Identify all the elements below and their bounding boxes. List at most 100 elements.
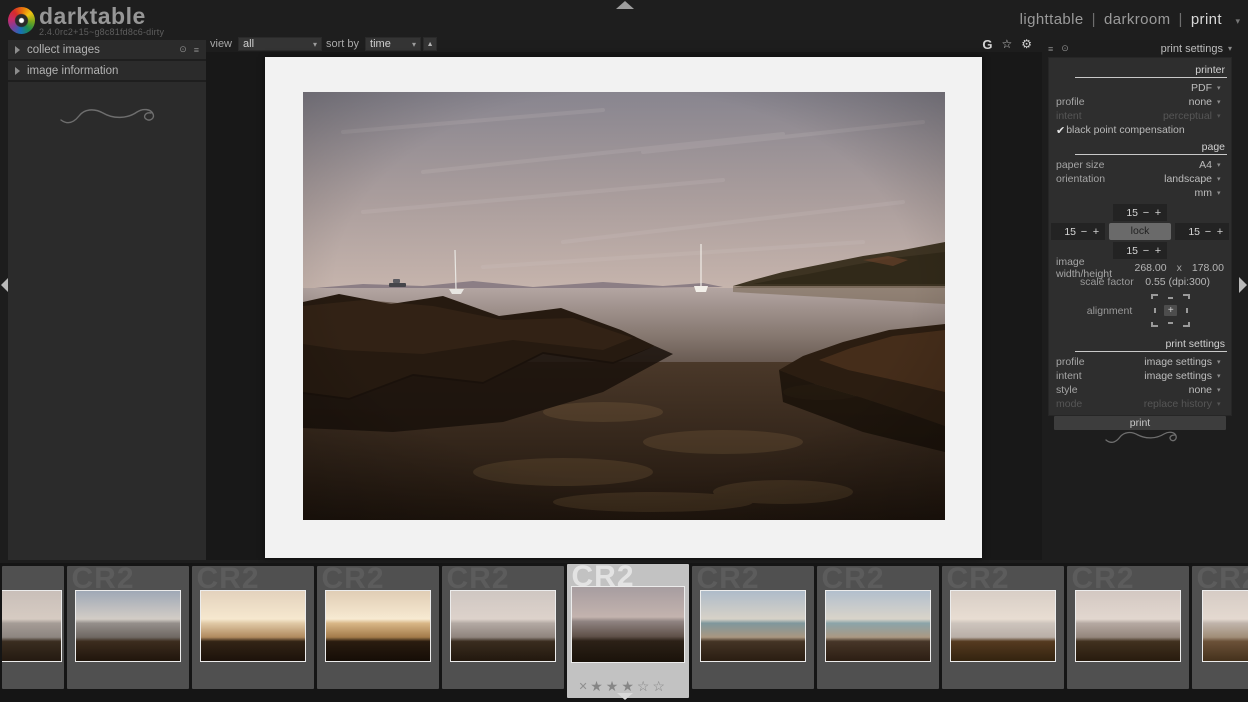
chevron-down-icon: ▾ [412, 40, 416, 49]
right-panel-header: ≡ ⊙ print settings ▾ [1048, 41, 1232, 56]
thumbnail-photo[interactable] [1202, 590, 1248, 662]
printer-intent-row: intent perceptual ▾ [1049, 109, 1231, 123]
module-image-information[interactable]: image information [8, 61, 206, 82]
alignment-button-4[interactable]: + [1164, 305, 1177, 316]
views-menu-caret-icon[interactable]: ▾ [1235, 16, 1240, 27]
minus-icon[interactable]: − [1140, 207, 1152, 219]
thumbnail-photo[interactable] [700, 590, 806, 662]
scale-value: 0.55 (dpi:300) [1145, 276, 1210, 288]
thumbnail-photo[interactable] [571, 586, 685, 663]
presets-menu-icon[interactable]: ≡ [1048, 44, 1053, 54]
alignment-button-2[interactable] [1180, 291, 1193, 302]
view-separator: | [1092, 11, 1096, 28]
orientation-row[interactable]: orientation landscape ▾ [1049, 172, 1231, 186]
chevron-down-icon: ▾ [1217, 175, 1224, 183]
paper-size-row[interactable]: paper size A4 ▾ [1049, 158, 1231, 172]
alignment-row: alignment + [1049, 288, 1231, 334]
filmstrip-thumb-selected[interactable]: CR2✕★★★☆☆ [567, 564, 689, 698]
printer-device-row[interactable]: PDF ▾ [1049, 81, 1231, 95]
chevron-down-icon: ▾ [1217, 112, 1224, 120]
alignment-button-8[interactable] [1180, 319, 1193, 330]
printer-intent-value: perceptual [1163, 110, 1212, 122]
alignment-button-7[interactable] [1164, 319, 1177, 330]
preferences-gear-icon[interactable]: ⚙ [1021, 37, 1032, 51]
filmstrip-thumb[interactable]: CR2 [1192, 566, 1248, 689]
collapse-top-panel-arrow[interactable] [616, 1, 634, 9]
printer-profile-value: none [1189, 96, 1212, 108]
style-row[interactable]: style none ▾ [1049, 383, 1231, 397]
margin-top-value: 15 [1116, 207, 1138, 219]
filmstrip-thumb[interactable]: CR2 [442, 566, 564, 689]
section-print-settings: print settings [1075, 337, 1227, 352]
margin-left-value: 15 [1054, 226, 1076, 238]
thumbnail-photo[interactable] [825, 590, 931, 662]
star-rating[interactable]: ★★★☆☆ [590, 678, 686, 695]
section-printer: printer [1075, 63, 1227, 78]
presets-menu-icon[interactable]: ≡ [194, 45, 199, 55]
mode-value: replace history [1144, 398, 1212, 410]
section-page: page [1075, 140, 1227, 155]
unit-row[interactable]: mm ▾ [1049, 186, 1231, 200]
chevron-down-icon: ▾ [1217, 98, 1224, 106]
grouping-icon[interactable]: G [982, 37, 992, 52]
filmstrip-thumb[interactable] [2, 566, 64, 689]
alignment-button-3[interactable] [1148, 305, 1161, 316]
view-darkroom[interactable]: darkroom [1104, 11, 1171, 28]
view-lighttable[interactable]: lighttable [1020, 11, 1084, 28]
reject-icon[interactable]: ✕ [579, 680, 588, 693]
module-label: image information [27, 65, 118, 77]
alignment-button-6[interactable] [1148, 319, 1161, 330]
thumbnail-photo[interactable] [200, 590, 306, 662]
filmstrip-thumb[interactable]: CR2 [67, 566, 189, 689]
plus-icon[interactable]: + [1152, 207, 1164, 219]
minus-icon[interactable]: − [1202, 226, 1214, 238]
alignment-button-5[interactable] [1180, 305, 1193, 316]
chevron-down-icon: ▾ [1217, 358, 1224, 366]
margin-top-spinner[interactable]: 15 − + [1113, 204, 1167, 221]
expander-triangle-icon [15, 67, 20, 75]
filmstrip-thumb[interactable]: CR2 [317, 566, 439, 689]
filmstrip-thumb[interactable]: CR2 [942, 566, 1064, 689]
thumbnail-photo[interactable] [75, 590, 181, 662]
style-value: none [1189, 384, 1212, 396]
black-point-compensation-checkbox[interactable]: ✔ black point compensation [1049, 123, 1231, 137]
filmstrip-thumb[interactable]: CR2 [192, 566, 314, 689]
filmstrip-thumb[interactable]: CR2 [692, 566, 814, 689]
filmstrip-thumb[interactable]: CR2 [1067, 566, 1189, 689]
view-print-active[interactable]: print [1191, 11, 1222, 28]
margin-right-spinner[interactable]: 15 − + [1175, 223, 1229, 240]
minus-icon[interactable]: − [1078, 226, 1090, 238]
alignment-grid: + [1148, 291, 1193, 330]
alignment-button-0[interactable] [1148, 291, 1161, 302]
chevron-down-icon: ▾ [1217, 372, 1224, 380]
export-intent-row[interactable]: intent image settings ▾ [1049, 369, 1231, 383]
filmstrip-thumb[interactable]: CR2 [817, 566, 939, 689]
thumbnail-photo[interactable] [450, 590, 556, 662]
minus-icon[interactable]: − [1140, 245, 1152, 257]
sort-dropdown[interactable]: time ▾ [365, 37, 421, 51]
app-version: 2.4.0rc2+15~g8c81fd8c6-dirty [39, 27, 164, 37]
right-panel-title[interactable]: print settings [1161, 43, 1223, 55]
thumbnail-photo[interactable] [325, 590, 431, 662]
alignment-button-1[interactable] [1164, 291, 1177, 302]
plus-icon[interactable]: + [1090, 226, 1102, 238]
thumbnail-photo[interactable] [950, 590, 1056, 662]
printer-profile-row[interactable]: profile none ▾ [1049, 95, 1231, 109]
view-filter-dropdown[interactable]: all ▾ [238, 37, 322, 51]
reset-icon[interactable]: ⊙ [179, 44, 187, 55]
margin-left-spinner[interactable]: 15 − + [1051, 223, 1105, 240]
plus-icon[interactable]: + [1152, 245, 1164, 257]
profile-label: profile [1056, 96, 1085, 108]
thumbnail-photo[interactable] [1075, 590, 1181, 662]
collapse-right-panel-arrow[interactable] [1239, 277, 1247, 293]
margins-widget: 15 − + 15 − + lock 15 − + 15 − + [1049, 204, 1231, 259]
thumbnail-photo[interactable] [2, 590, 62, 662]
sort-ascending-button[interactable]: ▲ [423, 37, 437, 51]
margins-lock-button[interactable]: lock [1109, 223, 1171, 240]
export-profile-row[interactable]: profile image settings ▾ [1049, 355, 1231, 369]
module-collect-images[interactable]: collect images ⊙ ≡ [8, 40, 206, 61]
plus-icon[interactable]: + [1214, 226, 1226, 238]
overlays-star-icon[interactable]: ☆ [1001, 37, 1012, 51]
reset-icon[interactable]: ⊙ [1061, 43, 1069, 54]
collapse-filmstrip-arrow[interactable] [617, 693, 633, 700]
